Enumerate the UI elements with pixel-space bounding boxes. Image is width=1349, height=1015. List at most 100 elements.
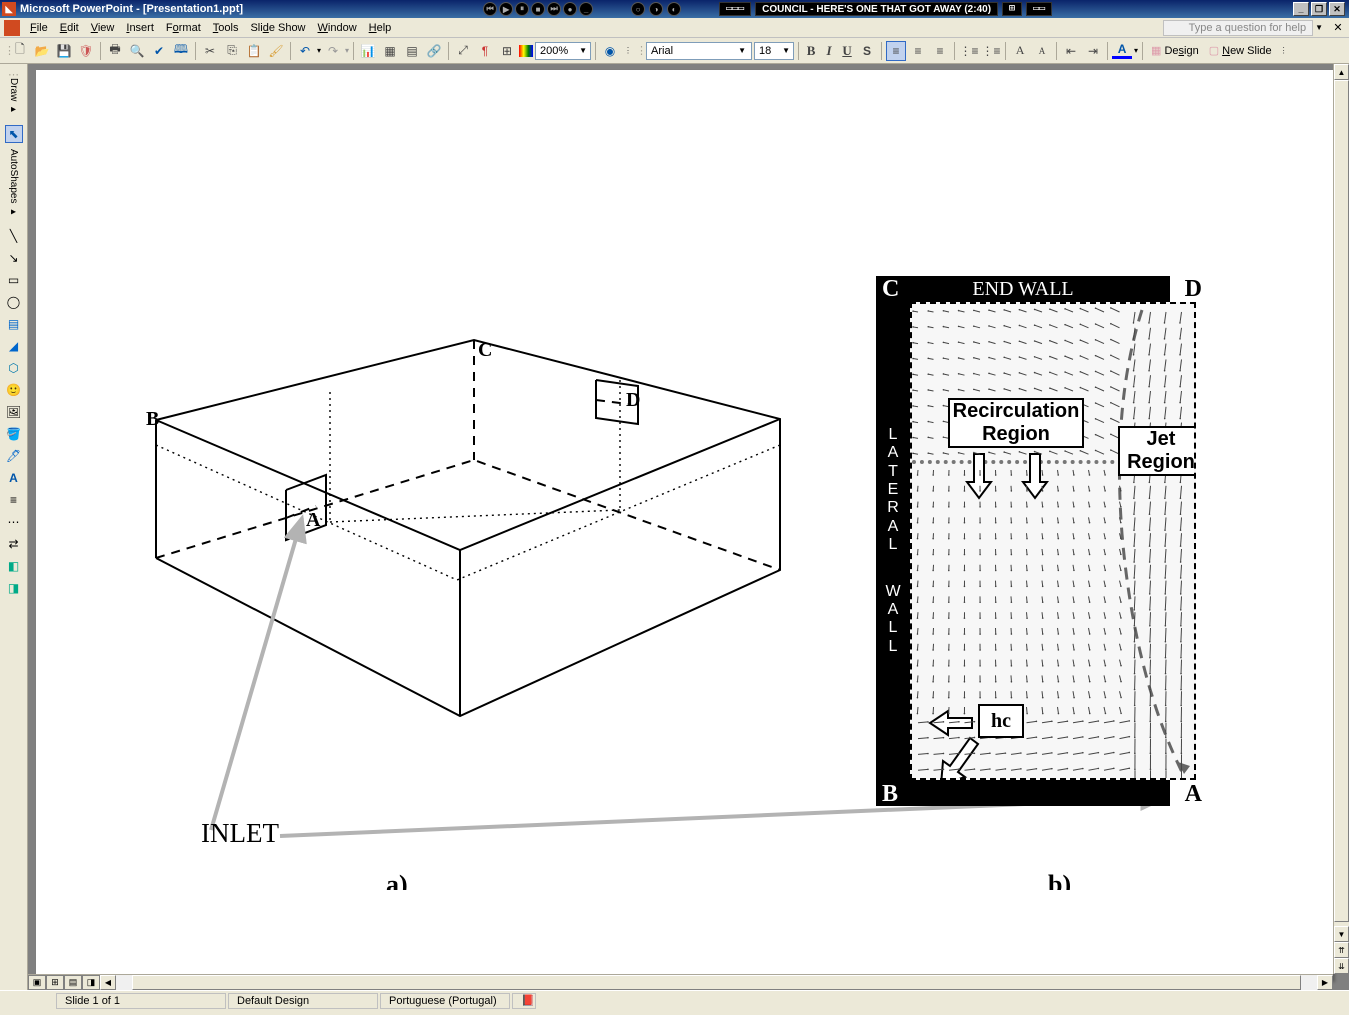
font-color-icon[interactable]: A	[1112, 43, 1132, 59]
copy-icon[interactable]: ⎘	[222, 41, 242, 61]
media-rec-icon[interactable]: ●	[563, 2, 577, 16]
textbox-icon[interactable]: ▤	[5, 315, 23, 333]
grid-icon[interactable]: ⊞	[497, 41, 517, 61]
clipart-icon[interactable]: 🙂	[5, 381, 23, 399]
research-icon[interactable]: 🕮	[171, 41, 191, 61]
decrease-indent-icon[interactable]: ⇤	[1061, 41, 1081, 61]
now-playing-pill[interactable]: COUNCIL - HERE'S ONE THAT GOT AWAY (2:40…	[755, 2, 998, 16]
scroll-up-button[interactable]: ▲	[1334, 64, 1349, 80]
line-style-icon[interactable]: ≡	[5, 491, 23, 509]
bulleted-list-icon[interactable]: ⋮≡	[981, 41, 1001, 61]
menu-tools[interactable]: Tools	[207, 20, 245, 36]
print-preview-icon[interactable]: 🔍	[127, 41, 147, 61]
line-color-icon[interactable]: 🖊	[5, 447, 23, 465]
ask-help-input[interactable]: Type a question for help	[1163, 20, 1313, 36]
close-button[interactable]: ✕	[1329, 2, 1345, 16]
wordart-icon[interactable]: ◢	[5, 337, 23, 355]
align-right-icon[interactable]: ≡	[930, 41, 950, 61]
format-painter-icon[interactable]: 🖌	[266, 41, 286, 61]
cut-icon[interactable]: ✂	[200, 41, 220, 61]
menu-slideshow[interactable]: Slide Show	[244, 20, 311, 36]
open-file-icon[interactable]: 📂	[32, 41, 52, 61]
doc-close-button[interactable]: ✕	[1331, 21, 1345, 35]
status-spell-icon[interactable]: 📕	[512, 993, 536, 1009]
media-prev-icon[interactable]: ⏮	[483, 2, 497, 16]
horizontal-scrollbar[interactable]: ▣ ⊞ ▤ ◨ ◀ ▶	[28, 974, 1333, 990]
new-file-icon[interactable]: 🗋	[10, 41, 30, 61]
shadow-style-icon[interactable]: ◧	[5, 557, 23, 575]
3d-style-icon[interactable]: ◨	[5, 579, 23, 597]
restore-button[interactable]: ❐	[1311, 2, 1327, 16]
arrow-icon[interactable]: ↘	[5, 249, 23, 267]
scroll-left-button[interactable]: ◀	[100, 975, 116, 990]
scroll-down-button[interactable]: ▼	[1334, 926, 1349, 942]
media-next-icon[interactable]: ⏭	[547, 2, 561, 16]
dash-style-icon[interactable]: ⋯	[5, 513, 23, 531]
rectangle-icon[interactable]: ▭	[5, 271, 23, 289]
media-aux3-icon[interactable]: ◐	[667, 2, 681, 16]
line-icon[interactable]: ╲	[5, 227, 23, 245]
undo-icon[interactable]: ↶	[295, 41, 315, 61]
redo-dropdown[interactable]: ▾	[345, 46, 349, 55]
bold-button[interactable]: B	[803, 41, 819, 61]
menu-format[interactable]: Format	[160, 20, 207, 36]
slide[interactable]: B C D A INLET a) b)	[36, 70, 1333, 980]
help-icon[interactable]: ◉	[600, 41, 620, 61]
font-selector[interactable]: ▼	[646, 42, 752, 60]
redo-icon[interactable]: ↷	[323, 41, 343, 61]
fill-color-icon[interactable]: 🪣	[5, 425, 23, 443]
menu-view[interactable]: View	[85, 20, 121, 36]
media-pause-icon[interactable]: ⏸	[515, 2, 529, 16]
menu-file[interactable]: File	[24, 20, 54, 36]
media-play-icon[interactable]: ▶	[499, 2, 513, 16]
select-objects-icon[interactable]: ⬉	[5, 125, 23, 143]
media-aux2-icon[interactable]: ◑	[649, 2, 663, 16]
menu-window[interactable]: Window	[312, 20, 363, 36]
sorter-view-icon[interactable]: ⊞	[46, 975, 64, 990]
shadow-button[interactable]: S	[857, 41, 877, 61]
increase-indent-icon[interactable]: ⇥	[1083, 41, 1103, 61]
undo-dropdown[interactable]: ▾	[317, 46, 321, 55]
task-pill-2[interactable]: ⊞	[1002, 2, 1022, 16]
chart-icon[interactable]: 📊	[358, 41, 378, 61]
underline-button[interactable]: U	[839, 41, 855, 61]
increase-font-icon[interactable]: A	[1010, 41, 1030, 61]
italic-button[interactable]: I	[821, 41, 837, 61]
zoom-input[interactable]: ▼	[535, 42, 591, 60]
media-minimize-icon[interactable]: _	[579, 2, 593, 16]
status-language[interactable]: Portuguese (Portugal)	[380, 993, 510, 1009]
font-color-dropdown[interactable]: ▾	[1134, 46, 1138, 55]
expand-icon[interactable]: ⤢	[453, 41, 473, 61]
align-left-icon[interactable]: ≡	[886, 41, 906, 61]
font-size-selector[interactable]: ▼	[754, 42, 794, 60]
new-slide-button[interactable]: ▢New Slide	[1205, 44, 1276, 57]
picture-icon[interactable]: 🖼	[5, 403, 23, 421]
diagram-icon[interactable]: ⬡	[5, 359, 23, 377]
help-dropdown-arrow[interactable]: ▼	[1313, 23, 1325, 32]
menu-help[interactable]: Help	[363, 20, 398, 36]
tables-borders-icon[interactable]: ▤	[402, 41, 422, 61]
save-icon[interactable]: 💾	[54, 41, 74, 61]
numbered-list-icon[interactable]: ⋮≡	[959, 41, 979, 61]
hyperlink-icon[interactable]: 🔗	[424, 41, 444, 61]
hscroll-thumb[interactable]	[132, 975, 1301, 990]
oval-icon[interactable]: ◯	[5, 293, 23, 311]
notes-view-icon[interactable]: ◨	[82, 975, 100, 990]
paste-icon[interactable]: 📋	[244, 41, 264, 61]
scroll-right-button[interactable]: ▶	[1317, 975, 1333, 990]
minimize-button[interactable]: _	[1293, 2, 1309, 16]
decrease-font-icon[interactable]: A	[1032, 41, 1052, 61]
media-aux1-icon[interactable]: ○	[631, 2, 645, 16]
draw-menu[interactable]: Draw ▸	[8, 78, 19, 115]
vertical-scrollbar[interactable]: ▲ ▼ ⇈ ⇊	[1333, 64, 1349, 974]
media-stop-icon[interactable]: ■	[531, 2, 545, 16]
color-icon[interactable]	[519, 45, 533, 57]
table-icon[interactable]: ▦	[380, 41, 400, 61]
task-pill-1[interactable]: ▭▭▭	[719, 2, 751, 16]
menu-edit[interactable]: Edit	[54, 20, 85, 36]
menu-insert[interactable]: Insert	[120, 20, 160, 36]
next-slide-button[interactable]: ⇊	[1334, 958, 1349, 974]
show-formatting-icon[interactable]: ¶	[475, 41, 495, 61]
arrow-style-icon[interactable]: ⇄	[5, 535, 23, 553]
font-color-draw-icon[interactable]: A	[5, 469, 23, 487]
